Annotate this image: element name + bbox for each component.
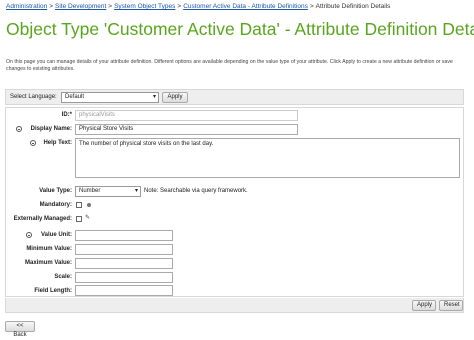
chevron-down-icon: ▾	[152, 94, 156, 100]
language-bar: Select Language: Default ▾ Apply	[5, 89, 464, 105]
breadcrumb-link-administration[interactable]: Administration	[6, 3, 47, 10]
id-field: physicalVisits	[75, 110, 298, 121]
page-intro: On this page you can manage details of y…	[6, 59, 453, 72]
id-label: ID:*	[61, 112, 72, 118]
field-length-field[interactable]	[75, 285, 173, 296]
field-length-label: Field Length:	[34, 288, 72, 294]
minimum-value-field[interactable]	[75, 244, 173, 255]
minimum-value-label: Minimum Value:	[26, 246, 72, 252]
breadcrumb-separator: >	[49, 3, 53, 10]
breadcrumb-link-site-development[interactable]: Site Development	[55, 3, 106, 10]
language-select-value: Default	[65, 94, 85, 100]
apply-button[interactable]: Apply	[412, 300, 436, 311]
breadcrumb-separator: >	[108, 3, 113, 10]
mandatory-checkbox[interactable]	[76, 202, 82, 208]
select-language-label: Select Language:	[10, 94, 57, 100]
externally-managed-label: Externally Managed:	[13, 216, 72, 222]
maximum-value-label: Maximum Value:	[24, 260, 72, 266]
breadcrumb-separator: >	[177, 3, 182, 10]
display-name-field[interactable]: Physical Store Visits	[75, 124, 298, 135]
help-text-label: Help Text:	[43, 140, 72, 146]
attribute-form: ID:* physicalVisits Display Name: Physic…	[5, 107, 464, 297]
lock-edit-icon: ✎	[85, 215, 91, 221]
value-unit-label: Value Unit:	[40, 232, 72, 238]
breadcrumb: Administration > Site Development > System O…	[6, 3, 390, 10]
maximum-value-field[interactable]	[75, 258, 173, 269]
form-footer: Apply Reset	[5, 298, 464, 313]
back-button[interactable]: << Back	[5, 321, 35, 338]
scale-field[interactable]	[75, 272, 173, 283]
breadcrumb-link-attribute-definitions[interactable]: Customer Active Data - Attribute Definit…	[183, 3, 308, 10]
language-apply-button[interactable]: Apply	[162, 92, 188, 103]
value-type-note: Note: Searchable via query framework.	[144, 188, 248, 194]
mandatory-label: Mandatory:	[39, 202, 72, 208]
info-dot-icon	[87, 203, 91, 207]
breadcrumb-current: Attribute Definition Details	[315, 3, 391, 10]
breadcrumb-link-system-object-types[interactable]: System Object Types	[114, 3, 175, 10]
value-unit-field[interactable]	[75, 230, 173, 241]
language-select[interactable]: Default ▾	[61, 92, 159, 103]
display-name-label: Display Name:	[30, 126, 72, 132]
scale-label: Scale:	[54, 274, 72, 280]
reset-button[interactable]: Reset	[439, 300, 463, 311]
value-type-select[interactable]: Number ▾	[75, 186, 141, 197]
externally-managed-checkbox[interactable]	[76, 216, 82, 222]
breadcrumb-separator: >	[309, 3, 314, 10]
value-type-select-value: Number	[79, 188, 101, 194]
chevron-down-icon: ▾	[134, 188, 138, 194]
page-title: Object Type 'Customer Active Data' - Att…	[6, 19, 474, 39]
help-text-field[interactable]: The number of physical store visits on t…	[75, 138, 460, 178]
value-type-label: Value Type:	[39, 188, 72, 194]
